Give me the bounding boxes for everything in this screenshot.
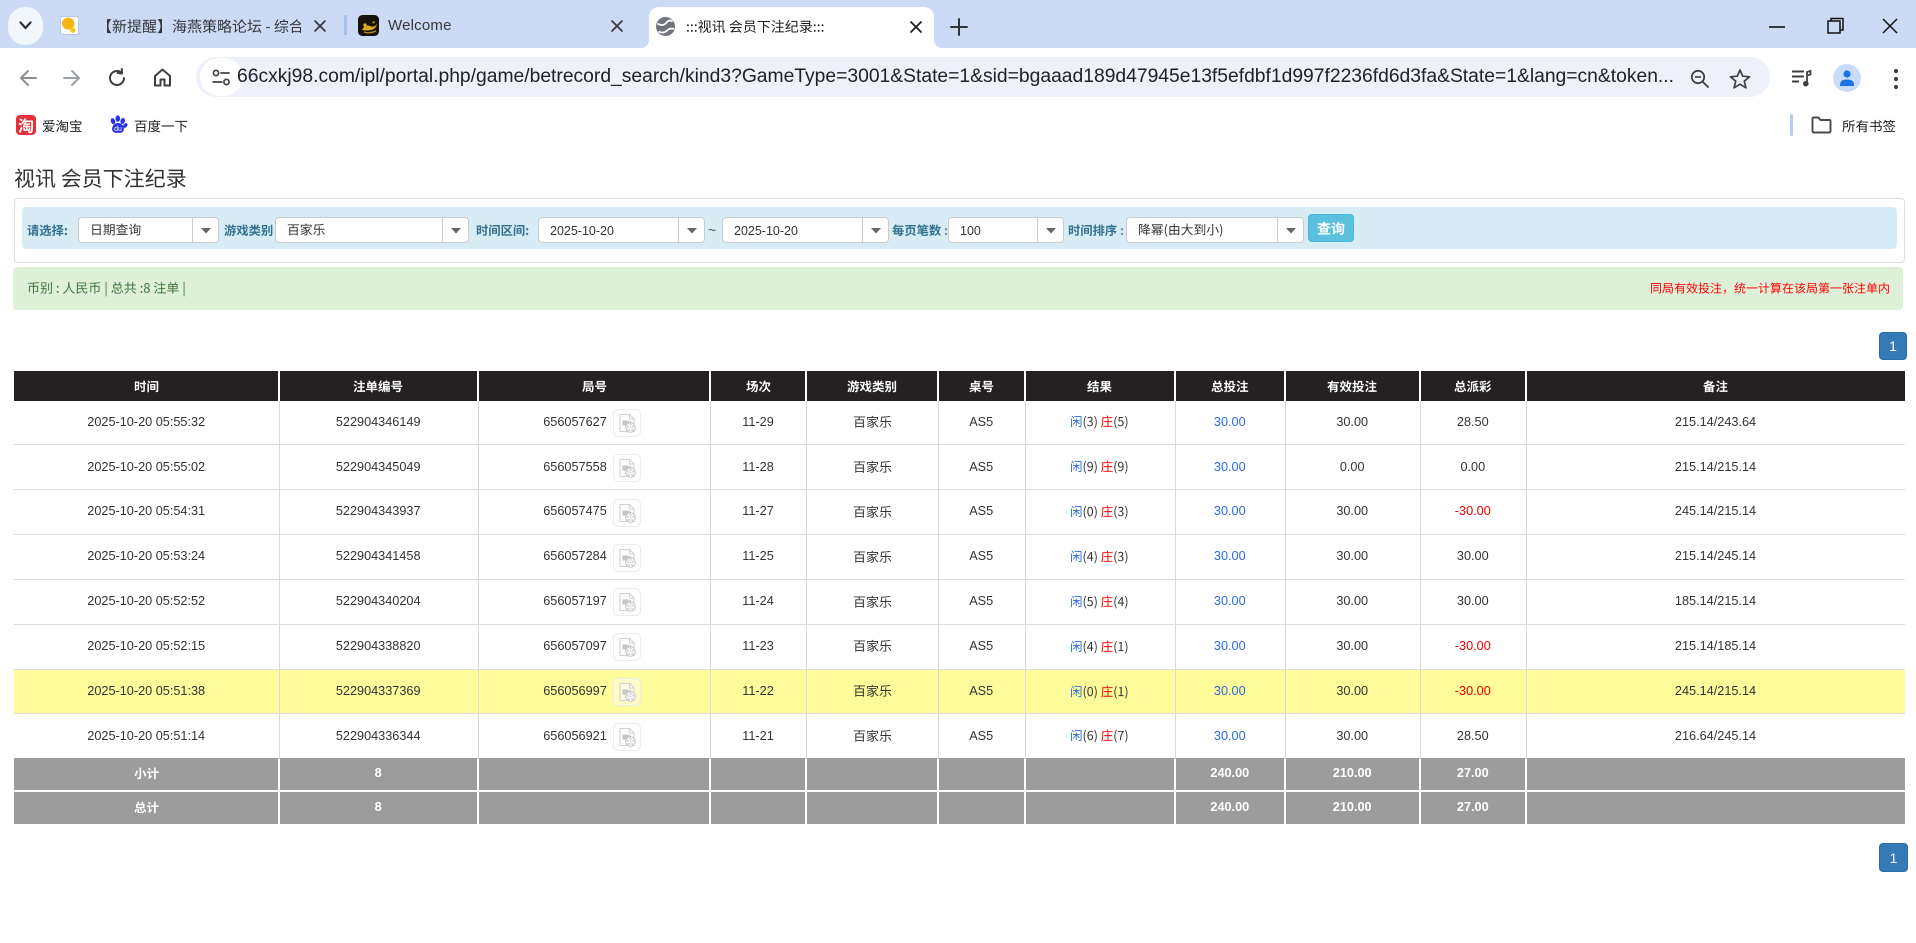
svg-text:du: du (114, 126, 122, 133)
